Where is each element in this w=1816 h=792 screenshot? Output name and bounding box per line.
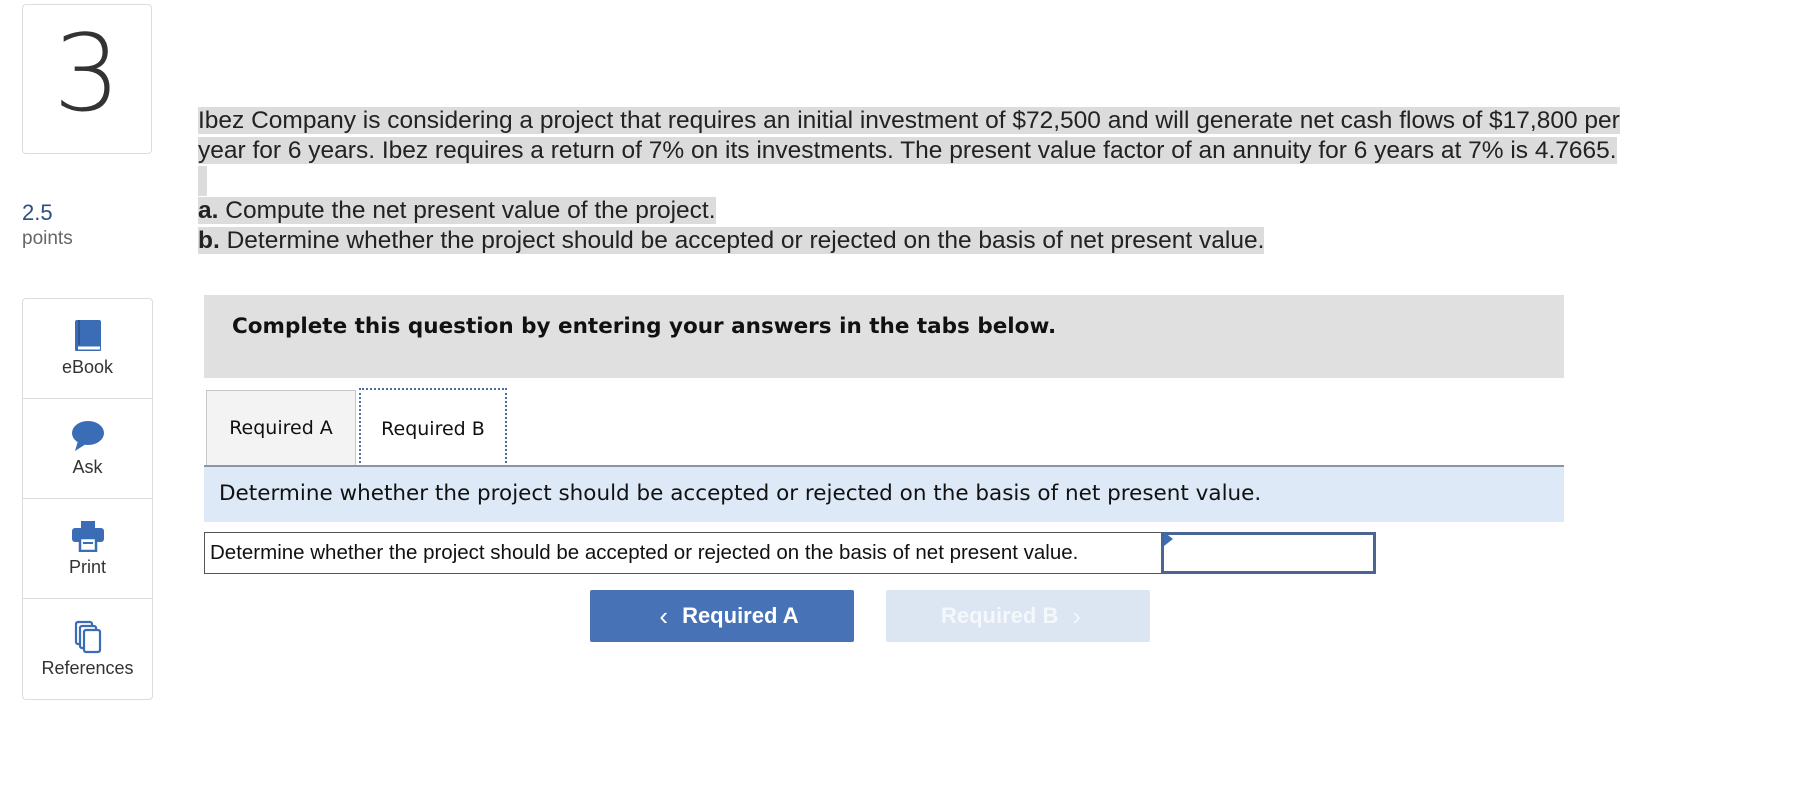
part-b: b. Determine whether the project should … <box>198 227 1265 254</box>
points-label: points <box>22 228 73 249</box>
ebook-button[interactable]: eBook <box>23 299 152 399</box>
book-icon <box>71 319 105 353</box>
ask-label: Ask <box>72 457 103 477</box>
chat-bubble-icon <box>71 419 105 453</box>
tab-prompt-text: Determine whether the project should be … <box>219 481 1262 506</box>
ask-button[interactable]: Ask <box>23 399 152 499</box>
tab-required-a[interactable]: Required A <box>206 390 356 465</box>
question-page: 3 2.5 points eBook Ask Print References … <box>0 0 1816 792</box>
dropdown-marker-icon <box>1164 532 1173 546</box>
part-a: a. Compute the net present value of the … <box>198 197 716 224</box>
tab-required-b[interactable]: Required B <box>359 388 507 467</box>
previous-tab-label: Required A <box>682 603 799 628</box>
instruction-text: Complete this question by entering your … <box>232 314 1057 339</box>
answer-row-label: Determine whether the project should be … <box>205 533 1162 573</box>
part-a-prefix: a. <box>198 197 219 224</box>
answer-table-row: Determine whether the project should be … <box>204 532 1376 574</box>
references-label: References <box>41 657 134 678</box>
question-paragraph: Ibez Company is considering a project th… <box>198 106 1678 256</box>
question-number: 3 <box>53 12 121 135</box>
instruction-banner: Complete this question by entering your … <box>204 295 1564 378</box>
print-label: Print <box>68 557 106 577</box>
part-a-text: Compute the net present value of the pro… <box>218 197 716 224</box>
next-tab-button[interactable]: Required B › <box>886 590 1150 642</box>
chevron-left-icon: ‹ <box>659 601 669 631</box>
previous-tab-button[interactable]: ‹ Required A <box>590 590 854 642</box>
points-info: 2.5 points <box>22 200 73 252</box>
question-text: Ibez Company is considering a project th… <box>198 106 1678 256</box>
points-value: 2.5 <box>22 200 53 225</box>
question-line-2: year for 6 years. Ibez requires a return… <box>198 137 1617 164</box>
tab-required-a-label: Required A <box>229 417 333 439</box>
next-tab-label: Required B <box>940 603 1059 628</box>
print-button[interactable]: Print <box>23 499 152 599</box>
chevron-right-icon: › <box>1072 601 1082 631</box>
question-number-box: 3 <box>22 4 152 154</box>
accept-reject-dropdown[interactable] <box>1161 532 1376 574</box>
part-b-text: Determine whether the project should be … <box>219 227 1265 254</box>
question-line-1: Ibez Company is considering a project th… <box>198 107 1620 134</box>
part-b-prefix: b. <box>198 227 220 254</box>
tab-prompt: Determine whether the project should be … <box>204 467 1564 522</box>
tab-required-b-label: Required B <box>381 417 485 440</box>
documents-icon <box>71 620 105 654</box>
ebook-label: eBook <box>61 357 114 377</box>
printer-icon <box>71 519 105 553</box>
tools-sidebar: eBook Ask Print References <box>22 298 153 700</box>
references-button[interactable]: References <box>23 599 152 699</box>
highlight-spacer <box>198 166 207 196</box>
